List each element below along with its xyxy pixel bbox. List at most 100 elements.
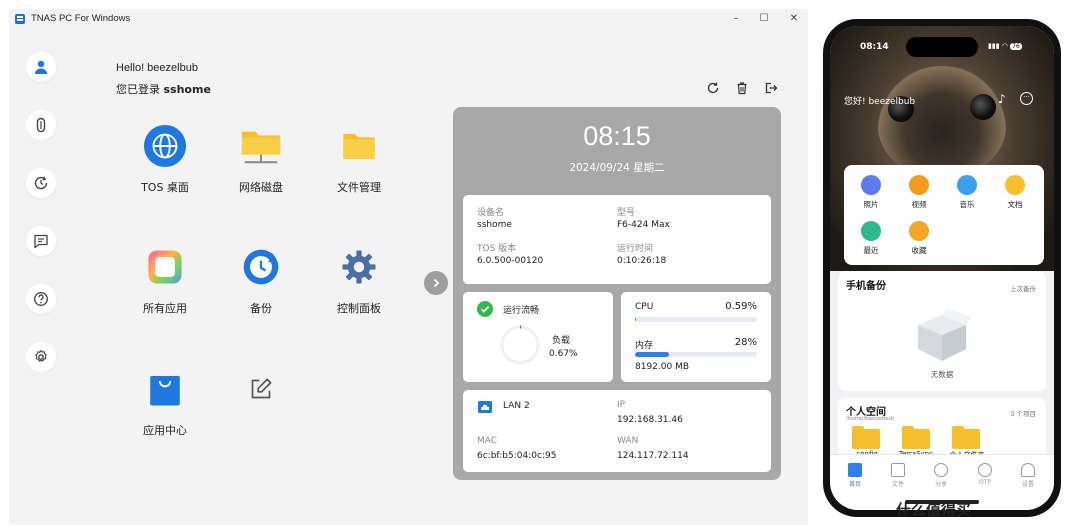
globe-icon [143,124,187,168]
quick-favorites[interactable]: 收藏 [904,221,934,256]
wan-value: 124.117.72.114 [617,451,689,461]
tab-label: 首页 [848,481,861,488]
ip-value: 192.168.31.46 [617,415,683,425]
app-tos-desktop[interactable]: TOS 桌面 [125,123,205,195]
phone-status-icons: ▮▮▮ ◠ 76 [988,42,1022,50]
folder-icon[interactable] [952,426,980,449]
dynamic-island [906,37,978,57]
document-icon [1005,175,1025,195]
help-icon [34,292,48,306]
edit-apps-button[interactable] [221,366,301,412]
maximize-button[interactable]: ☐ [757,12,771,26]
quick-music[interactable]: 音乐 [952,175,982,210]
app-label: 控制面板 [337,302,381,315]
chevron-right-icon [433,278,440,288]
ip-label: IP [617,400,626,410]
photo-icon [861,175,881,195]
last-backup-link[interactable]: 上次备份 [1010,283,1036,293]
mac-label: MAC [477,436,498,446]
app-backup[interactable]: 备份 [221,244,301,316]
status-text: 运行流畅 [503,306,540,316]
window-title: TNAS PC For Windows [31,13,131,24]
load-value: 0.67% [549,349,578,359]
app-label: 所有应用 [143,302,187,315]
app-network-drive[interactable]: 网络磁盘 [221,123,301,195]
quick-photos[interactable]: 照片 [856,175,886,210]
tnas-window: TNAS PC For Windows – ☐ ✕ Hello! beezelb… [9,9,808,525]
phone-screen: 08:14 ▮▮▮ ◠ 76 您好! beezelbub ♪ ··· 照片 视频… [830,26,1054,510]
user-icon [35,60,47,74]
more-icon[interactable]: ··· [1020,92,1033,105]
tab-settings[interactable]: 设置 [1013,463,1043,488]
watermark: 什么值得买 [896,501,972,519]
model-label: 型号 [617,208,636,218]
title-bar: TNAS PC For Windows – ☐ ✕ [9,9,808,31]
shopping-bag-icon [150,375,180,406]
app-label: 应用中心 [143,424,187,437]
sidebar-user-button[interactable] [26,52,56,82]
app-label: 文件管理 [337,181,381,194]
memory-label: 内存 [635,341,654,351]
network-card: LAN 2 IP 192.168.31.46 MAC 6c:bf:b5:04:0… [463,390,771,472]
model-value: F6-424 Max [617,220,670,230]
home-icon [848,463,862,477]
quick-label: 最近 [863,246,879,255]
logout-button[interactable] [764,80,778,94]
app-control-panel[interactable]: 控制面板 [319,244,399,316]
edit-icon [251,378,272,399]
app-file-manager[interactable]: 文件管理 [319,123,399,195]
minimize-button[interactable]: – [729,12,743,26]
app-all-apps[interactable]: 所有应用 [125,244,205,316]
message-icon [34,234,48,249]
mac-value: 6c:bf:b5:04:0c:95 [477,451,557,461]
tab-home[interactable]: 首页 [840,463,870,488]
all-apps-icon [148,250,182,284]
memory-total: 8192.00 MB [635,362,690,372]
tnas-logo-icon [15,14,25,24]
folder-icon[interactable] [902,426,930,449]
cpu-bar [635,317,757,322]
app-label: 网络磁盘 [239,181,283,194]
load-label: 负载 [552,336,571,346]
signal-icon: ▮▮▮ [988,42,1000,50]
clock-time: 08:15 [583,121,651,151]
memory-bar-fill [635,352,670,357]
sidebar-message-button[interactable] [26,226,56,256]
quick-label: 音乐 [959,200,975,209]
expand-panel-button[interactable] [424,271,448,295]
sidebar-help-button[interactable] [26,284,56,314]
sidebar-settings-button[interactable] [26,342,56,372]
quick-label: 收藏 [911,246,927,255]
quick-docs[interactable]: 文档 [1000,175,1030,210]
tab-files[interactable]: 文件 [883,463,913,488]
dashboard-panel: 08:15 2024/09/24 星期二 设备名 sshome 型号 F6-42… [453,107,781,480]
tab-otp[interactable]: OTP [970,463,1000,486]
recent-icon [861,221,881,241]
refresh-icon [707,82,719,94]
memory-bar [635,352,757,357]
quick-label: 照片 [863,200,879,209]
battery-level: 76 [1010,43,1022,50]
phone-backup-section: 手机备份 上次备份 无数据 [838,271,1046,391]
sidebar-device-button[interactable] [26,110,56,140]
folder-icon[interactable] [852,426,880,449]
music-icon [957,175,977,195]
quick-videos[interactable]: 视频 [904,175,934,210]
quick-recent[interactable]: 最近 [856,221,886,256]
close-button[interactable]: ✕ [787,12,801,26]
clock-date: 2024/09/24 星期二 [569,162,665,174]
phone-personal-space-section: 个人空间 /home/beezelbub 3 个项目 .config Terra… [838,398,1046,459]
load-gauge [500,325,540,365]
sidebar-backup-button[interactable] [26,168,56,198]
refresh-button[interactable] [706,80,720,94]
lan-name: LAN 2 [503,401,530,411]
personal-space-count[interactable]: 3 个项目 [1010,408,1036,418]
tab-share[interactable]: 分享 [926,463,956,488]
tos-version-label: TOS 版本 [477,244,517,254]
quick-label: 视频 [911,200,927,209]
music-note-icon[interactable]: ♪ [998,92,1006,106]
app-center[interactable]: 应用中心 [125,366,205,438]
delete-button[interactable] [735,80,749,95]
wan-label: WAN [617,436,639,446]
backup-empty-text: 无数据 [930,370,954,379]
